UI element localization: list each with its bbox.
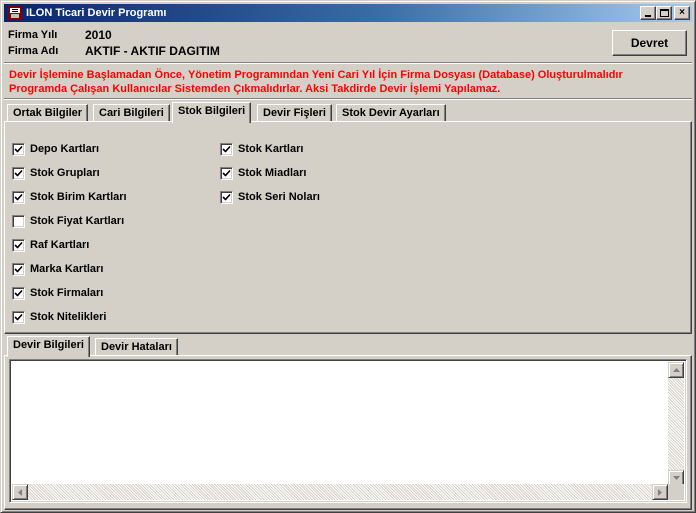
- tab-ortak-bilgiler[interactable]: Ortak Bilgiler: [7, 104, 89, 122]
- checkbox[interactable]: [12, 286, 25, 300]
- tab-devir-fisleri[interactable]: Devir Fişleri: [257, 104, 332, 122]
- checkbox[interactable]: [12, 310, 25, 324]
- checkmark-icon: [14, 169, 23, 177]
- checkbox[interactable]: [12, 166, 25, 180]
- tab-devir-bilgileri[interactable]: Devir Bilgileri: [7, 336, 90, 357]
- checkbox-stok-seri-nolari[interactable]: Stok Seri Noları: [220, 190, 320, 204]
- main-window: ILON Ticari Devir Programı × Firma Yılı …: [0, 0, 696, 513]
- checkbox-label: Stok Kartları: [238, 143, 304, 155]
- checkmark-icon: [222, 193, 231, 201]
- arrow-down-icon: [672, 476, 680, 480]
- warning-line-1: Devir İşlemine Başlamadan Önce, Yönetim …: [9, 69, 623, 81]
- maximize-icon: [660, 9, 669, 17]
- checkmark-icon: [14, 313, 23, 321]
- devir-log-textarea[interactable]: [9, 359, 687, 503]
- checkmark-icon: [222, 169, 231, 177]
- checkbox[interactable]: [220, 142, 233, 156]
- firma-adi-label: Firma Adı: [8, 45, 59, 57]
- checkbox-stok-gruplari[interactable]: Stok Grupları: [12, 166, 100, 180]
- checkbox-stok-nitelikleri[interactable]: Stok Nitelikleri: [12, 310, 106, 324]
- checkbox-label: Stok Seri Noları: [238, 191, 320, 203]
- warning-line-2: Programda Çalışan Kullanıcılar Sistemden…: [9, 83, 501, 95]
- checkbox[interactable]: [220, 166, 233, 180]
- checkbox[interactable]: [12, 142, 25, 156]
- checkmark-icon: [222, 145, 231, 153]
- checkbox-label: Marka Kartları: [30, 263, 104, 275]
- tab-stok-bilgileri[interactable]: Stok Bilgileri: [172, 102, 252, 123]
- minimize-icon: [645, 15, 651, 17]
- warning-separator: [4, 98, 692, 100]
- checkmark-icon: [14, 193, 23, 201]
- scroll-left-button[interactable]: [12, 484, 28, 500]
- minimize-button[interactable]: [640, 6, 656, 20]
- checkbox[interactable]: [12, 190, 25, 204]
- checkbox-label: Raf Kartları: [30, 239, 90, 251]
- top-tab-strip: Ortak Bilgiler Cari Bilgileri Stok Bilgi…: [5, 102, 691, 123]
- horizontal-scrollbar[interactable]: [12, 484, 668, 500]
- checkbox-stok-fiyat-kartlari[interactable]: Stok Fiyat Kartları: [12, 214, 124, 228]
- scroll-up-button[interactable]: [668, 362, 684, 378]
- checkmark-icon: [14, 145, 23, 153]
- stok-bilgileri-panel: Depo Kartları Stok Grupları Stok Birim K…: [4, 121, 692, 334]
- bottom-tab-strip: Devir Bilgileri Devir Hataları: [5, 336, 691, 357]
- warning-message: Devir İşlemine Başlamadan Önce, Yönetim …: [9, 68, 689, 96]
- maximize-button[interactable]: [656, 6, 672, 20]
- checkbox[interactable]: [12, 238, 25, 252]
- tab-cari-bilgileri[interactable]: Cari Bilgileri: [93, 104, 170, 122]
- devret-button[interactable]: Devret: [612, 30, 687, 56]
- firma-adi-value: AKTIF - AKTIF DAGITIM: [85, 44, 220, 58]
- checkbox-label: Stok Birim Kartları: [30, 191, 127, 203]
- firma-yili-value: 2010: [85, 28, 112, 42]
- checkbox-stok-kartlari[interactable]: Stok Kartları: [220, 142, 303, 156]
- checkmark-icon: [14, 241, 23, 249]
- firma-yili-label: Firma Yılı: [8, 29, 58, 41]
- close-icon: ×: [679, 7, 685, 18]
- tab-devir-hatalari[interactable]: Devir Hataları: [95, 338, 178, 356]
- checkbox-label: Stok Nitelikleri: [30, 311, 107, 323]
- tab-stok-devir-ayarlari[interactable]: Stok Devir Ayarları: [336, 104, 446, 122]
- scroll-right-button[interactable]: [652, 484, 668, 500]
- checkbox-label: Stok Firmaları: [30, 287, 104, 299]
- arrow-left-icon: [18, 488, 22, 496]
- scrollbar-corner: [668, 484, 684, 500]
- checkmark-icon: [14, 265, 23, 273]
- checkbox-stok-miadlari[interactable]: Stok Miadları: [220, 166, 306, 180]
- arrow-up-icon: [672, 368, 680, 372]
- checkbox-label: Stok Miadları: [238, 167, 307, 179]
- checkbox[interactable]: [12, 214, 25, 228]
- checkbox-raf-kartlari[interactable]: Raf Kartları: [12, 238, 89, 252]
- app-icon: [8, 6, 22, 20]
- close-button[interactable]: ×: [674, 6, 690, 20]
- checkbox-marka-kartlari[interactable]: Marka Kartları: [12, 262, 103, 276]
- checkmark-icon: [14, 289, 23, 297]
- checkbox-depo-kartlari[interactable]: Depo Kartları: [12, 142, 99, 156]
- title-bar[interactable]: ILON Ticari Devir Programı ×: [4, 4, 692, 22]
- vertical-scrollbar[interactable]: [668, 362, 684, 486]
- checkbox[interactable]: [12, 262, 25, 276]
- checkbox-label: Stok Fiyat Kartları: [30, 215, 125, 227]
- header-separator: [4, 62, 692, 64]
- checkbox-label: Stok Grupları: [30, 167, 100, 179]
- checkbox[interactable]: [220, 190, 233, 204]
- checkbox-label: Depo Kartları: [30, 143, 100, 155]
- window-title: ILON Ticari Devir Programı: [26, 7, 167, 19]
- arrow-right-icon: [658, 488, 662, 496]
- checkbox-stok-birim-kartlari[interactable]: Stok Birim Kartları: [12, 190, 127, 204]
- checkbox-stok-firmalari[interactable]: Stok Firmaları: [12, 286, 103, 300]
